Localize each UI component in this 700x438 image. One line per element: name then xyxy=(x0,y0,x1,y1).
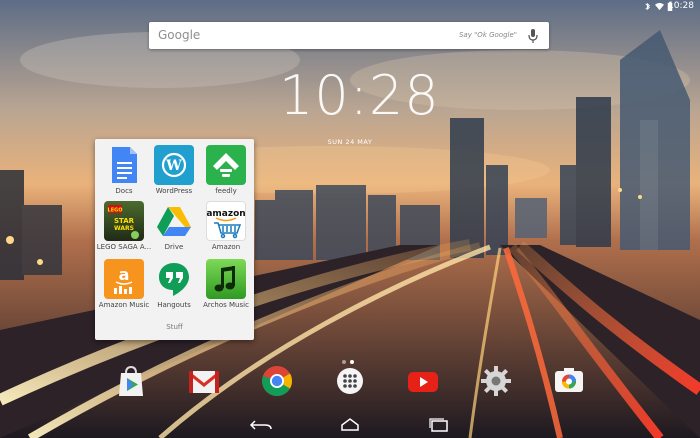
play-store-icon[interactable] xyxy=(114,364,148,398)
lego-star-wars-icon: LEGO STAR WARS xyxy=(104,201,144,241)
status-time: 10:28 xyxy=(668,1,694,11)
camera-icon[interactable] xyxy=(552,364,586,398)
svg-text:W: W xyxy=(165,158,182,174)
svg-text:WARS: WARS xyxy=(114,225,134,232)
page-indicator xyxy=(342,349,360,364)
svg-text:STAR: STAR xyxy=(114,217,135,225)
app-drawer-icon[interactable] xyxy=(333,364,367,398)
wifi-icon xyxy=(655,2,664,11)
voice-search-hint: Say "Ok Google" xyxy=(458,31,517,39)
app-label: feedly xyxy=(215,187,237,195)
home-screen: 10:28 Google Say "Ok Google" 10:28 SUN 2… xyxy=(0,0,700,438)
app-drive[interactable]: Drive xyxy=(146,201,202,251)
app-archos-music[interactable]: Archos Music xyxy=(198,259,254,309)
gmail-icon[interactable] xyxy=(187,364,221,398)
google-logo: Google xyxy=(158,28,201,42)
recents-icon[interactable] xyxy=(427,417,451,433)
home-icon[interactable] xyxy=(338,417,362,433)
feedly-icon xyxy=(206,145,246,185)
docs-icon xyxy=(104,145,144,185)
app-label: Docs xyxy=(115,187,133,195)
wordpress-icon: W xyxy=(154,145,194,185)
drive-icon xyxy=(154,201,194,241)
app-docs[interactable]: Docs xyxy=(96,145,152,195)
settings-icon[interactable] xyxy=(479,364,513,398)
app-label: LEGO SAGA A... xyxy=(96,243,152,251)
app-label: Archos Music xyxy=(203,301,249,309)
status-bar: 10:28 xyxy=(0,0,700,14)
app-feedly[interactable]: feedly xyxy=(198,145,254,195)
app-amazon-music[interactable]: a Amazon Music xyxy=(96,259,152,309)
app-label: Drive xyxy=(164,243,184,251)
svg-text:amazon: amazon xyxy=(207,209,245,219)
chrome-icon[interactable] xyxy=(260,364,294,398)
archos-music-icon xyxy=(206,259,246,299)
svg-text:LEGO: LEGO xyxy=(108,208,123,214)
back-icon[interactable] xyxy=(249,417,273,433)
app-amazon[interactable]: amazon Amazon xyxy=(198,201,254,251)
clock-widget[interactable]: 10:28 xyxy=(279,66,439,126)
youtube-icon[interactable] xyxy=(406,364,440,398)
date-label: SUN 24 MAY xyxy=(327,138,373,146)
google-search-bar[interactable]: Google Say "Ok Google" xyxy=(149,22,549,49)
folder-stuff: Docs W WordPress feedly LEGO STAR WARS LEG… xyxy=(95,139,254,340)
app-label: Hangouts xyxy=(157,301,191,309)
app-label: Amazon Music xyxy=(98,301,150,309)
amazon-music-icon: a xyxy=(104,259,144,299)
amazon-icon: amazon xyxy=(206,201,246,241)
hangouts-icon xyxy=(154,259,194,299)
folder-name[interactable]: Stuff xyxy=(95,323,254,331)
mic-icon[interactable] xyxy=(527,28,539,44)
svg-text:a: a xyxy=(119,265,130,284)
app-hangouts[interactable]: Hangouts xyxy=(146,259,202,309)
app-label: Amazon xyxy=(211,243,241,251)
bluetooth-icon xyxy=(645,2,650,11)
app-label: WordPress xyxy=(155,187,193,195)
app-lego-star-wars[interactable]: LEGO STAR WARS LEGO SAGA A... xyxy=(96,201,152,251)
app-wordpress[interactable]: W WordPress xyxy=(146,145,202,195)
